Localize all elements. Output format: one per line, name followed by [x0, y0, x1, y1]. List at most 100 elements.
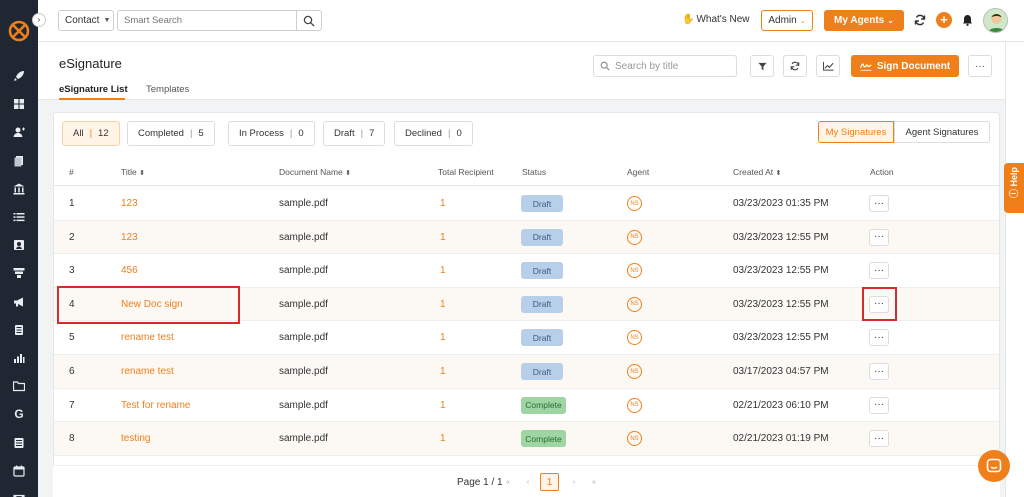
filter-all[interactable]: All | 12 — [62, 121, 120, 146]
active-tab-indicator — [59, 98, 125, 100]
app-logo[interactable] — [8, 20, 30, 42]
rocket-icon[interactable] — [0, 62, 38, 90]
row-action-button[interactable]: ··· — [869, 195, 889, 212]
search-button[interactable] — [296, 10, 322, 31]
documents-icon[interactable] — [0, 147, 38, 175]
title-search-input[interactable]: Search by title — [593, 55, 737, 77]
row-recipient-count[interactable]: 1 — [440, 366, 446, 377]
row-action-button[interactable]: ··· — [869, 262, 889, 280]
col-document-name[interactable]: Document Name ⬍ — [279, 167, 351, 177]
filter-declined[interactable]: Declined | 0 — [394, 121, 473, 146]
smart-search-input[interactable] — [117, 10, 297, 31]
agent-avatar[interactable]: NS — [627, 364, 642, 379]
row-title-link[interactable]: rename test — [121, 332, 174, 343]
contacts-icon[interactable] — [0, 118, 38, 146]
help-tab[interactable]: ⓘ Help — [1004, 163, 1024, 213]
megaphone-icon[interactable] — [0, 288, 38, 316]
scrollbar[interactable] — [1005, 42, 1024, 497]
row-title-link[interactable]: 123 — [121, 232, 138, 243]
notes-icon[interactable] — [0, 316, 38, 344]
filter-completed[interactable]: Completed | 5 — [127, 121, 215, 146]
agent-avatar[interactable]: NS — [627, 397, 642, 413]
col-action: Action — [870, 167, 894, 177]
row-document-name: sample.pdf — [279, 198, 328, 209]
row-recipient-count[interactable]: 1 — [440, 198, 446, 209]
row-action-button[interactable]: ··· — [869, 396, 889, 414]
last-page-button[interactable]: » — [585, 473, 603, 491]
row-title-link[interactable]: testing — [121, 433, 150, 444]
google-icon[interactable]: G — [0, 400, 38, 428]
refresh-button[interactable] — [783, 55, 807, 77]
row-recipient-count[interactable]: 1 — [440, 433, 446, 444]
tab-esignature-list[interactable]: eSignature List — [59, 84, 128, 95]
next-page-button[interactable]: › — [565, 473, 583, 491]
agent-avatar[interactable]: NS — [627, 196, 642, 211]
prev-page-button[interactable]: ‹ — [519, 473, 537, 491]
row-action-button[interactable]: ··· — [869, 329, 889, 347]
calendar-icon[interactable] — [0, 457, 38, 485]
search-icon — [600, 61, 610, 71]
row-document-name: sample.pdf — [279, 265, 328, 277]
table-row: 2 123 sample.pdf 1 Draft NS 03/23/2023 12:55 P… — [54, 220, 999, 255]
table-row: 6 rename test sample.pdf 1 Draft NS 03/17/2023… — [54, 355, 999, 389]
col-created-at[interactable]: Created At ⬍ — [733, 167, 781, 177]
contact-card-icon[interactable] — [0, 231, 38, 259]
row-action-button[interactable]: ··· — [869, 363, 889, 380]
avatar[interactable] — [983, 8, 1008, 33]
agent-avatar[interactable]: NS — [627, 263, 642, 279]
more-options-button[interactable]: ··· — [968, 55, 992, 77]
highlight-row-action — [862, 287, 897, 321]
row-recipient-count[interactable]: 1 — [440, 332, 446, 343]
my-signatures-toggle[interactable]: My Signatures — [818, 121, 894, 143]
my-agents-button[interactable]: My Agents ⌄ — [824, 10, 904, 31]
dashboard-icon[interactable] — [0, 90, 38, 118]
status-badge: Draft — [521, 295, 563, 313]
row-recipient-count[interactable]: 1 — [440, 265, 446, 276]
row-created-at: 03/23/2023 12:55 PM — [733, 231, 829, 243]
spreadsheet-icon[interactable] — [0, 428, 38, 456]
row-document-name: sample.pdf — [279, 231, 328, 243]
agent-avatar[interactable]: NS — [627, 431, 642, 447]
mail-icon[interactable] — [0, 485, 38, 497]
funnel-icon[interactable] — [0, 259, 38, 287]
search-icon — [303, 15, 315, 26]
row-recipient-count[interactable]: 1 — [440, 232, 446, 243]
bell-icon[interactable] — [962, 14, 973, 26]
sign-document-button[interactable]: Sign Document — [851, 55, 959, 77]
add-button[interactable]: + — [936, 12, 952, 28]
agent-avatar[interactable]: NS — [627, 330, 642, 346]
agent-avatar[interactable]: NS — [627, 296, 642, 312]
row-created-at: 03/23/2023 12:55 PM — [733, 265, 829, 277]
first-page-button[interactable]: « — [499, 473, 517, 491]
whats-new-link[interactable]: ✋ What's New — [682, 14, 750, 25]
row-action-button[interactable]: ··· — [869, 430, 889, 448]
row-action-button[interactable]: ··· — [869, 228, 889, 246]
agent-avatar[interactable]: NS — [627, 229, 642, 245]
agent-signatures-toggle[interactable]: Agent Signatures — [894, 121, 990, 143]
sync-icon[interactable] — [914, 14, 926, 26]
folder-icon[interactable] — [0, 372, 38, 400]
chevron-down-icon: ▼ — [103, 17, 111, 24]
contact-select[interactable]: Contact ▼ — [58, 10, 114, 31]
row-title-link[interactable]: 456 — [121, 265, 138, 276]
filter-count: 7 — [369, 128, 375, 139]
row-recipient-count[interactable]: 1 — [440, 299, 446, 310]
chat-button[interactable] — [978, 450, 1010, 482]
tab-templates[interactable]: Templates — [146, 84, 189, 95]
filter-draft[interactable]: Draft | 7 — [323, 121, 386, 146]
row-title-link[interactable]: Test for rename — [121, 400, 190, 411]
admin-select[interactable]: Admin ⌄ — [761, 10, 813, 31]
filter-button[interactable] — [750, 55, 774, 77]
sidebar-collapse-button[interactable]: › — [32, 13, 46, 27]
reports-icon[interactable] — [0, 344, 38, 372]
row-title-link[interactable]: rename test — [121, 366, 174, 377]
chart-button[interactable] — [816, 55, 840, 77]
col-title[interactable]: Title ⬍ — [121, 167, 145, 177]
row-document-name: sample.pdf — [279, 399, 328, 411]
bank-icon[interactable] — [0, 175, 38, 203]
row-recipient-count[interactable]: 1 — [440, 400, 446, 411]
filter-in-process[interactable]: In Process | 0 — [228, 121, 315, 146]
row-title-link[interactable]: 123 — [121, 198, 138, 209]
current-page[interactable]: 1 — [540, 473, 559, 491]
list-icon[interactable] — [0, 203, 38, 231]
